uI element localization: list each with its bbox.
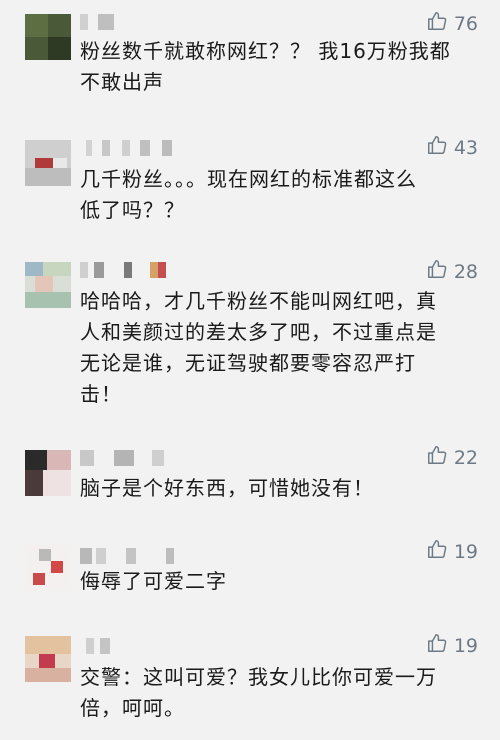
like-button[interactable]: 19 [426,538,478,565]
like-button[interactable]: 22 [426,444,478,471]
username[interactable] [80,450,190,466]
like-button[interactable]: 76 [426,10,478,37]
avatar[interactable] [25,545,71,591]
comment-list: 76 粉丝数千就敢称网红？？ 我16万粉我都 不敢出声 43 几千粉丝。。。现在… [0,0,500,740]
like-count: 22 [453,446,478,469]
avatar[interactable] [25,450,71,496]
like-count: 19 [453,540,478,563]
username[interactable] [80,140,190,156]
username[interactable] [80,262,190,278]
like-button[interactable]: 43 [426,134,478,161]
avatar[interactable] [25,14,71,60]
thumbs-up-icon [426,134,448,161]
like-count: 43 [453,136,478,159]
comment-text: 粉丝数千就敢称网红？？ 我16万粉我都 不敢出声 [80,39,451,94]
like-button[interactable]: 19 [426,632,478,659]
like-count: 76 [453,12,478,35]
comment-text: 脑子是个好东西，可惜她没有！ [80,476,374,500]
comment-text: 侮辱了可爱二字 [80,569,227,593]
comment-text: 交警：这叫可爱？我女儿比你可爱一万 倍，呵呵。 [80,665,437,720]
thumbs-up-icon [426,258,448,285]
thumbs-up-icon [426,444,448,471]
like-count: 19 [453,634,478,657]
avatar[interactable] [25,636,71,682]
like-count: 28 [453,260,478,283]
thumbs-up-icon [426,10,448,37]
avatar[interactable] [25,262,71,308]
avatar[interactable] [25,140,71,186]
username[interactable] [80,638,190,654]
comment-text: 哈哈哈，才几千粉丝不能叫网红吧，真 人和美颜过的差太多了吧，不过重点是 无论是谁… [80,289,437,406]
thumbs-up-icon [426,538,448,565]
comment-text: 几千粉丝。。。现在网红的标准都这么 低了吗？？ [80,167,417,222]
thumbs-up-icon [426,632,448,659]
username[interactable] [80,548,190,564]
username[interactable] [80,14,190,30]
like-button[interactable]: 28 [426,258,478,285]
